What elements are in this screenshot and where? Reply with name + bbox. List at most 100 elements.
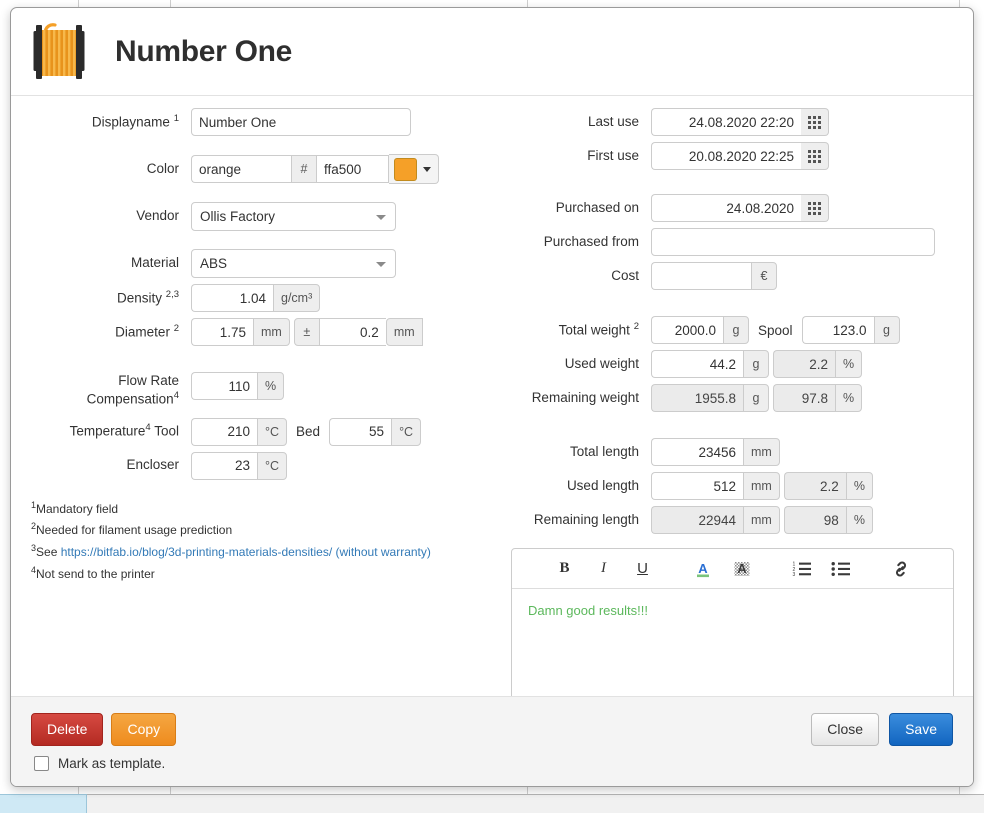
remaining-length-label: Remaining length bbox=[533, 511, 639, 527]
bed-label: Bed bbox=[296, 424, 321, 440]
displayname-input[interactable] bbox=[191, 108, 411, 136]
editor-toolbar: B I U A A 1 2 3 bbox=[512, 549, 953, 589]
right-form-column: Last use First use bbox=[491, 96, 973, 696]
field-first-use: First use bbox=[491, 142, 973, 170]
color-hash-addon: # bbox=[291, 155, 317, 183]
density-input[interactable] bbox=[191, 284, 273, 312]
used-weight-percent-input bbox=[773, 350, 835, 378]
svg-text:A: A bbox=[737, 561, 747, 576]
field-last-use: Last use bbox=[491, 108, 973, 136]
left-form-column: Displayname 1 Color # bbox=[11, 96, 491, 585]
backdrop-status-bar bbox=[0, 794, 984, 813]
footer-right: Close Save bbox=[811, 713, 953, 746]
displayname-label: Displayname 1 bbox=[91, 112, 179, 130]
temperature-bed-unit: °C bbox=[391, 417, 422, 446]
vendor-select[interactable]: Ollis Factory bbox=[191, 202, 396, 231]
bold-icon[interactable]: B bbox=[552, 556, 578, 582]
used-weight-label: Used weight bbox=[564, 355, 639, 371]
material-label: Material bbox=[130, 255, 179, 271]
calendar-icon[interactable] bbox=[801, 108, 829, 136]
total-weight-unit: g bbox=[723, 316, 749, 344]
used-weight-input[interactable] bbox=[651, 350, 743, 378]
diameter-tolerance-unit: mm bbox=[385, 318, 423, 346]
last-use-label: Last use bbox=[587, 113, 639, 129]
diameter-unit: mm bbox=[253, 318, 290, 346]
diameter-input[interactable] bbox=[191, 318, 253, 346]
dialog-body: Displayname 1 Color # bbox=[11, 96, 973, 696]
calendar-icon[interactable] bbox=[801, 142, 829, 170]
chevron-down-icon bbox=[376, 214, 386, 220]
remaining-length-percent-unit: % bbox=[845, 506, 873, 534]
spool-weight-input[interactable] bbox=[801, 316, 874, 344]
notes-content[interactable]: Damn good results!!! bbox=[512, 589, 953, 696]
color-swatch-button[interactable] bbox=[389, 154, 439, 184]
vendor-label: Vendor bbox=[136, 208, 179, 224]
save-button[interactable]: Save bbox=[889, 713, 953, 746]
footnote-item: 3See https://bitfab.io/blog/3d-printing-… bbox=[31, 543, 431, 560]
used-length-percent-input bbox=[783, 472, 846, 500]
footnote-item: 2Needed for filament usage prediction bbox=[31, 521, 233, 538]
density-label: Density 2,3 bbox=[117, 288, 179, 306]
material-select[interactable]: ABS bbox=[191, 249, 396, 278]
purchased-on-label: Purchased on bbox=[555, 199, 639, 215]
remaining-weight-unit: g bbox=[743, 384, 769, 412]
spool-weight-unit: g bbox=[873, 316, 900, 344]
link-icon[interactable] bbox=[888, 556, 914, 582]
field-total-length: Total length mm bbox=[491, 438, 973, 466]
flow-rate-input[interactable] bbox=[191, 372, 257, 400]
footnote-item: 1Mandatory field bbox=[31, 499, 119, 516]
mark-as-template-checkbox[interactable] bbox=[34, 755, 49, 771]
density-unit: g/cm³ bbox=[273, 284, 321, 312]
purchased-from-input[interactable] bbox=[651, 228, 935, 256]
calendar-icon[interactable] bbox=[801, 194, 829, 222]
cost-input[interactable] bbox=[651, 262, 751, 290]
underline-icon[interactable]: U bbox=[630, 556, 656, 582]
diameter-tolerance-input[interactable] bbox=[319, 318, 386, 346]
temperature-tool-unit: °C bbox=[257, 417, 288, 446]
footnotes: 1Mandatory field 2Needed for filament us… bbox=[11, 498, 491, 585]
field-used-length: Used length mm % bbox=[491, 472, 973, 500]
ordered-list-icon[interactable]: 123 bbox=[789, 556, 815, 582]
copy-button[interactable]: Copy bbox=[111, 713, 177, 746]
color-hex-input[interactable] bbox=[317, 155, 389, 183]
highlight-color-icon[interactable]: A bbox=[729, 556, 755, 582]
cost-label: Cost bbox=[611, 267, 639, 283]
used-length-percent-unit: % bbox=[845, 472, 873, 500]
temperature-tool-input[interactable] bbox=[191, 417, 257, 446]
footer-left: Delete Copy Mark as template. bbox=[31, 713, 177, 771]
first-use-label: First use bbox=[587, 147, 639, 163]
page-title: Number One bbox=[115, 34, 293, 68]
used-length-label: Used length bbox=[566, 477, 639, 493]
mark-as-template-label: Mark as template. bbox=[58, 755, 166, 771]
used-length-input[interactable] bbox=[651, 472, 743, 500]
field-material: Material ABS bbox=[11, 249, 491, 278]
total-length-input[interactable] bbox=[651, 438, 743, 466]
purchased-on-input[interactable] bbox=[651, 194, 801, 222]
first-use-input[interactable] bbox=[651, 142, 801, 170]
encloser-input[interactable] bbox=[191, 451, 257, 480]
field-density: Density 2,3 g/cm³ bbox=[11, 284, 491, 312]
used-weight-unit: g bbox=[743, 350, 769, 378]
unordered-list-icon[interactable] bbox=[828, 556, 854, 582]
text-color-icon[interactable]: A bbox=[690, 556, 716, 582]
last-use-input[interactable] bbox=[651, 108, 801, 136]
density-reference-link[interactable]: https://bitfab.io/blog/3d-printing-mater… bbox=[61, 545, 332, 559]
field-remaining-length: Remaining length mm % bbox=[491, 506, 973, 534]
remaining-weight-label: Remaining weight bbox=[531, 389, 639, 405]
dialog-header: Number One bbox=[11, 8, 973, 96]
total-weight-input[interactable] bbox=[651, 316, 723, 344]
svg-text:A: A bbox=[698, 561, 708, 576]
total-length-label: Total length bbox=[569, 443, 639, 459]
color-name-input[interactable] bbox=[191, 155, 291, 183]
field-vendor: Vendor Ollis Factory bbox=[11, 202, 491, 231]
field-used-weight: Used weight g % bbox=[491, 350, 973, 378]
delete-button[interactable]: Delete bbox=[31, 713, 104, 746]
italic-icon[interactable]: I bbox=[591, 556, 617, 582]
field-encloser: Encloser °C bbox=[11, 451, 491, 480]
filament-edit-dialog: Number One Displayname 1 Color # bbox=[10, 7, 974, 787]
temperature-bed-input[interactable] bbox=[329, 417, 392, 446]
field-diameter: Diameter 2 mm ± mm bbox=[11, 318, 491, 346]
mark-as-template-row[interactable]: Mark as template. bbox=[31, 755, 176, 771]
cost-currency: € bbox=[751, 262, 777, 290]
close-button[interactable]: Close bbox=[811, 713, 880, 746]
